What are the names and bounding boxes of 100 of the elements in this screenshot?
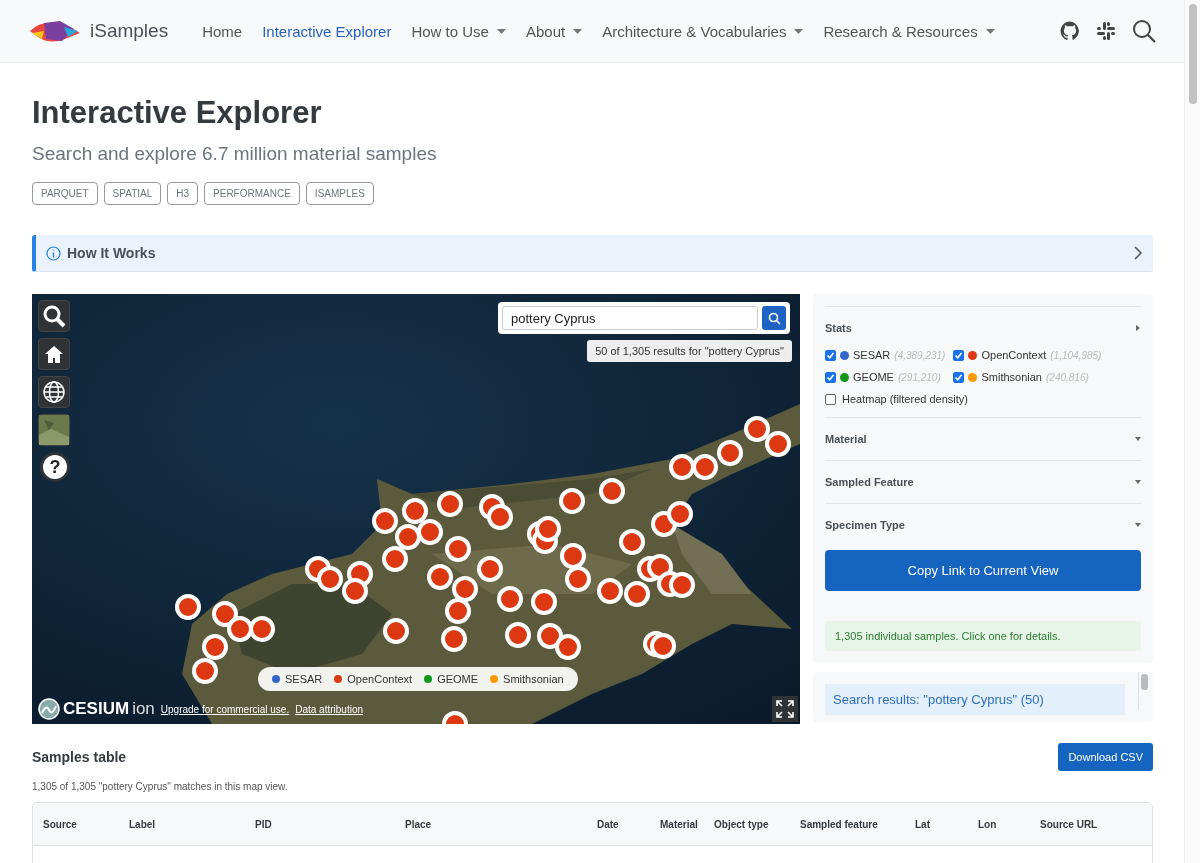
map-marker[interactable] [669,572,695,598]
checkbox[interactable] [825,349,836,361]
checkbox[interactable] [825,371,836,383]
github-icon[interactable] [1060,21,1080,41]
map-marker[interactable] [192,658,218,684]
map-marker[interactable] [650,633,676,659]
slack-icon[interactable] [1096,21,1116,41]
section-title[interactable]: Material [825,433,867,445]
map-marker[interactable] [395,524,421,550]
home-button[interactable] [38,338,70,370]
map-marker[interactable] [619,529,645,555]
caret-icon[interactable] [1135,325,1141,331]
logo-icon[interactable] [30,19,80,43]
map-search-field[interactable]: pottery Cyprus [502,306,758,330]
map-marker[interactable] [744,416,770,442]
column-header[interactable]: Place [405,818,597,830]
map-marker[interactable] [445,598,471,624]
caret-icon[interactable] [1135,479,1141,485]
checkbox[interactable] [825,393,836,405]
credit-link[interactable]: Data attribution [295,703,364,715]
map-marker[interactable] [202,634,228,660]
imagery-layer-button[interactable] [38,414,70,446]
cesium-logo[interactable]: CESIUM [63,699,130,719]
nav-link[interactable]: About [515,22,593,40]
caret-icon[interactable] [985,28,995,34]
checkbox[interactable] [953,349,965,361]
column-header[interactable]: Lon [978,818,1040,830]
map-marker[interactable] [559,488,585,514]
map-marker[interactable] [441,626,467,652]
map-marker[interactable] [565,566,591,592]
map-marker[interactable] [717,440,743,466]
column-header[interactable]: Material [660,818,714,830]
globe-button[interactable] [38,376,70,408]
column-header[interactable]: Label [129,818,255,830]
brand-name[interactable]: iSamples [90,20,169,42]
map-marker[interactable] [535,516,561,542]
credit-link[interactable]: Upgrade for commercial use. [160,703,290,715]
map-marker[interactable] [342,578,368,604]
map-marker[interactable] [531,589,557,615]
map-marker[interactable] [487,504,513,530]
section-title[interactable]: Specimen Type [825,519,905,531]
map-marker[interactable] [417,519,443,545]
checkbox[interactable] [953,371,965,383]
map-marker[interactable] [383,618,409,644]
column-header[interactable]: PID [255,818,405,830]
copy-link-button[interactable]: Copy Link to Current View [825,550,1141,591]
chevron-icon[interactable] [1133,246,1143,260]
download-csv-button[interactable]: Download CSV [1058,743,1153,771]
map-marker[interactable] [402,498,428,524]
map-marker[interactable] [452,576,478,602]
fullscreen-button[interactable] [772,696,798,722]
nav-link[interactable]: Architecture & Vocabularies [592,22,814,40]
map-marker[interactable] [692,454,718,480]
map-marker[interactable] [442,711,468,724]
tag[interactable]: PARQUET [32,182,98,205]
map-marker[interactable] [427,564,453,590]
map-marker[interactable] [560,543,586,569]
column-header[interactable]: Date [597,818,660,830]
map-marker[interactable] [227,616,253,642]
column-header[interactable]: Lat [915,818,978,830]
caret-icon[interactable] [1135,522,1141,528]
tag[interactable]: SPATIAL [103,182,162,205]
nav-link[interactable]: Interactive Explorer [252,22,402,40]
map-marker[interactable] [477,556,503,582]
map-marker[interactable] [317,566,343,592]
scrollbar-thumb[interactable] [1189,4,1197,104]
map-marker[interactable] [669,454,695,480]
caret-icon[interactable] [573,28,583,34]
map-marker[interactable] [505,622,531,648]
map-marker[interactable] [437,491,463,517]
caret-icon[interactable] [1135,436,1141,442]
tag[interactable]: PERFORMANCE [204,182,300,205]
search-icon[interactable] [1132,19,1156,43]
map-marker[interactable] [555,634,581,660]
caret-icon[interactable] [794,28,804,34]
tag[interactable]: ISAMPLES [305,182,374,205]
section-title[interactable]: Sampled Feature [825,476,914,488]
map-marker[interactable] [372,508,398,534]
map-marker[interactable] [599,478,625,504]
map-marker[interactable] [175,594,201,620]
column-header[interactable]: Source URL [1040,818,1152,830]
map-marker[interactable] [497,586,523,612]
results-header[interactable]: Search results: "pottery Cyprus" (50) [825,684,1125,715]
search-button[interactable] [762,306,786,330]
map-marker[interactable] [382,546,408,572]
how-it-works-callout[interactable]: How It Works [32,235,1153,272]
caret-icon[interactable] [496,28,506,34]
tag[interactable]: H3 [167,182,199,205]
search-button[interactable] [38,300,70,332]
nav-link[interactable]: Home [192,22,253,40]
map-marker[interactable] [249,616,275,642]
map-marker[interactable] [597,578,623,604]
map-marker[interactable] [624,581,650,607]
map-marker[interactable] [765,431,791,457]
scrollbar-thumb[interactable] [1141,674,1148,690]
column-header[interactable]: Sampled feature [800,818,915,830]
nav-link[interactable]: How to Use [401,22,516,40]
nav-link[interactable]: Research & Resources [813,22,1005,40]
ion-logo[interactable]: ion [132,699,155,719]
section-title[interactable]: Stats [825,322,852,334]
